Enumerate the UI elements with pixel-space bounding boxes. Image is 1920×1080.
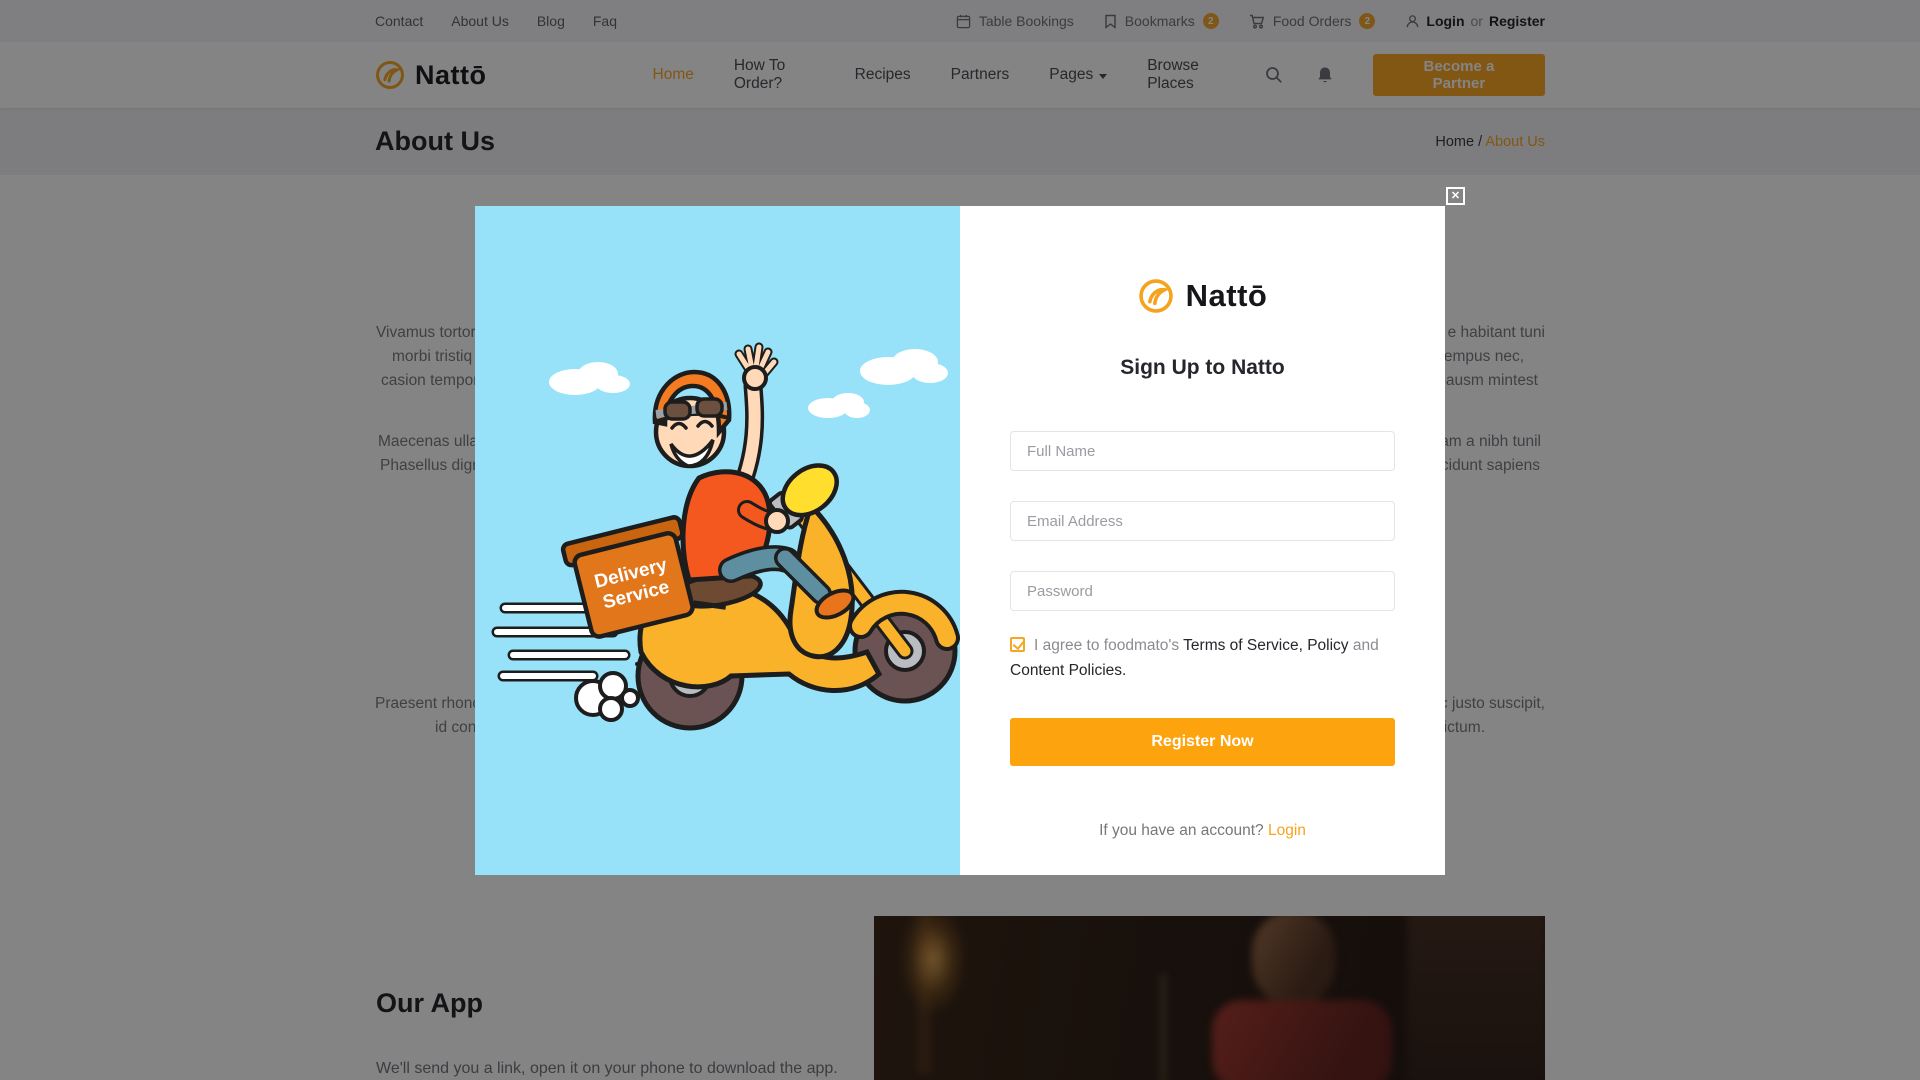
signup-form: Nattō Sign Up to Natto I agree to foodma… [960, 206, 1445, 875]
modal-close-button[interactable]: ✕ [1446, 187, 1465, 205]
terms-checkbox[interactable] [1010, 637, 1025, 652]
agree-prefix: I agree to foodmato's [1034, 637, 1179, 654]
have-account-row: If you have an account? Login [960, 822, 1445, 840]
register-now-button[interactable]: Register Now [1010, 718, 1395, 766]
content-policies-link[interactable]: Content Policies. [1010, 662, 1126, 679]
agree-and: and [1353, 637, 1379, 654]
modal-brand-logo: Nattō [960, 278, 1445, 314]
modal-brand-name: Nattō [1186, 278, 1268, 314]
have-account-text: If you have an account? [1099, 822, 1264, 839]
natto-logo-icon [1138, 278, 1174, 314]
terms-of-service-link[interactable]: Terms of Service, Policy [1183, 637, 1348, 654]
email-field[interactable] [1010, 501, 1395, 541]
password-field[interactable] [1010, 571, 1395, 611]
full-name-field[interactable] [1010, 431, 1395, 471]
signup-heading: Sign Up to Natto [960, 356, 1445, 380]
signup-modal: Delivery Service [475, 206, 1445, 875]
modal-login-link[interactable]: Login [1268, 822, 1306, 839]
delivery-illustration: Delivery Service [475, 206, 960, 875]
page: Contact About Us Blog Faq Table Bookings [0, 0, 1920, 1080]
terms-agreement: I agree to foodmato's Terms of Service, … [1010, 633, 1400, 683]
